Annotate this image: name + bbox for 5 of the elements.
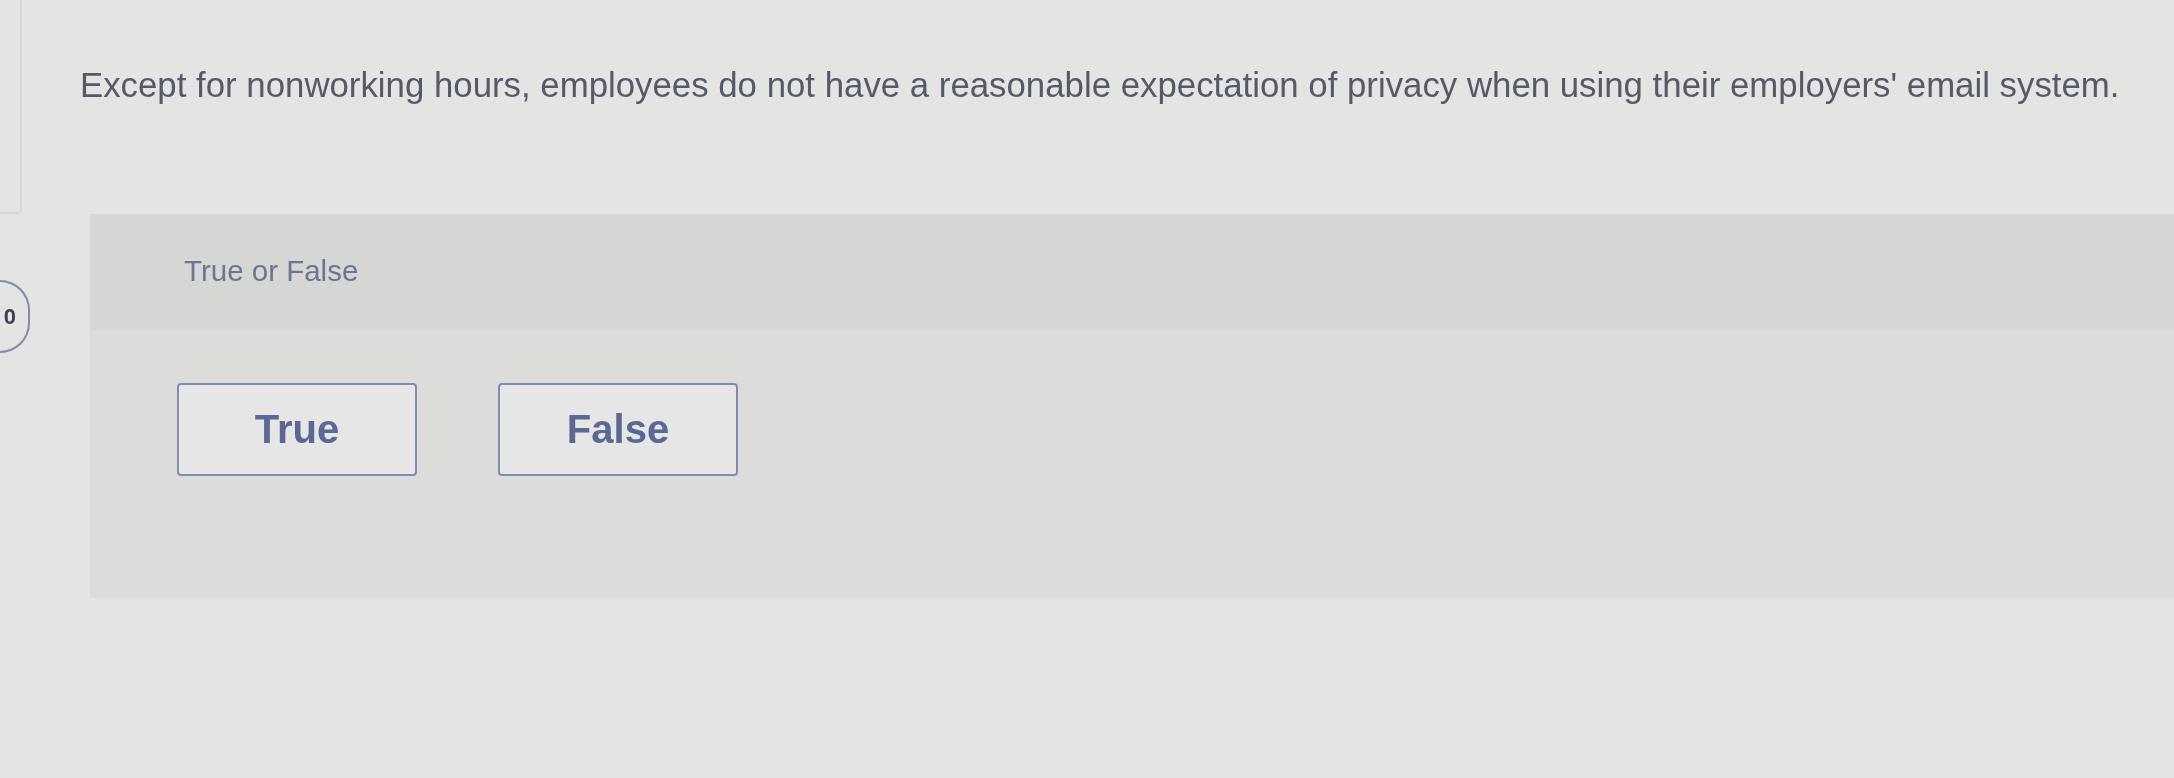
answer-choice-button[interactable]: True xyxy=(177,383,417,476)
answer-choice-button[interactable]: False xyxy=(498,383,738,476)
question-number-badge: 0 xyxy=(0,280,30,353)
prompt-text: True or False xyxy=(184,254,359,287)
question-text: Except for nonworking hours, employees do not have a reasonable expectation of privacy when using their employers' email system. xyxy=(79,64,2121,106)
